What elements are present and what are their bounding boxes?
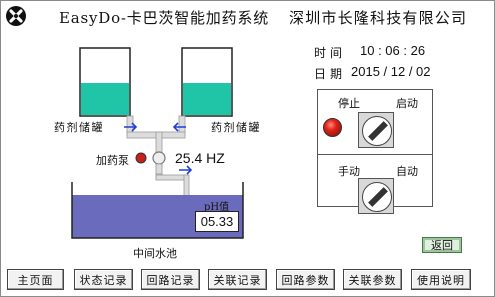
start-label: 启动 (396, 97, 418, 110)
back-button[interactable]: 返回 (422, 237, 462, 253)
auto-label: 自动 (396, 165, 418, 178)
stop-label: 停止 (338, 97, 360, 110)
arrow-right-icon (179, 165, 193, 175)
switch-knob-icon (362, 182, 392, 212)
company-name: 深圳市长隆科技有限公司 (289, 9, 468, 27)
pool-label: 中间水池 (133, 247, 177, 260)
time-value: 10 : 06 : 26 (360, 43, 426, 58)
time-label: 时间 (314, 46, 347, 60)
ph-value: 05.33 (195, 211, 239, 232)
start-stop-switch[interactable] (358, 112, 394, 148)
nav-status-log-button[interactable]: 状态记录 (74, 269, 133, 290)
tank-left-label: 药剂储罐 (54, 121, 104, 134)
tank-right-liquid (183, 83, 231, 115)
nav-link-log-button[interactable]: 关联记录 (208, 269, 267, 290)
tank-right-label: 药剂储罐 (211, 121, 261, 134)
pump-label: 加药泵 (96, 154, 129, 167)
tank-left-liquid (81, 83, 129, 115)
control-panel: 停止 启动 手动 自动 (317, 89, 433, 214)
red-indicator-lamp-icon (323, 118, 342, 137)
nav-home-button[interactable]: 主页面 (7, 269, 64, 290)
manual-label: 手动 (338, 165, 360, 178)
manual-auto-switch[interactable] (358, 178, 394, 214)
hmi-screen: EasyDo-卡巴茨智能加药系统 深圳市长隆科技有限公司 时间 10 : 06 … (0, 0, 495, 297)
nav-link-params-button[interactable]: 关联参数 (343, 269, 402, 290)
date-value: 2015 / 12 / 02 (351, 64, 431, 79)
date-label: 日期 (314, 67, 347, 81)
nav-help-button[interactable]: 使用说明 (411, 269, 471, 290)
panel-divider (318, 154, 432, 155)
pump-status-lamp-icon (135, 152, 147, 164)
nav-loop-params-button[interactable]: 回路参数 (276, 269, 335, 290)
tank-left (79, 47, 131, 117)
switch-knob-icon (362, 116, 392, 146)
tank-right (181, 47, 233, 117)
dosing-pump (152, 151, 166, 175)
pump-frequency: 25.4 HZ (175, 150, 225, 166)
nav-loop-log-button[interactable]: 回路记录 (141, 269, 200, 290)
